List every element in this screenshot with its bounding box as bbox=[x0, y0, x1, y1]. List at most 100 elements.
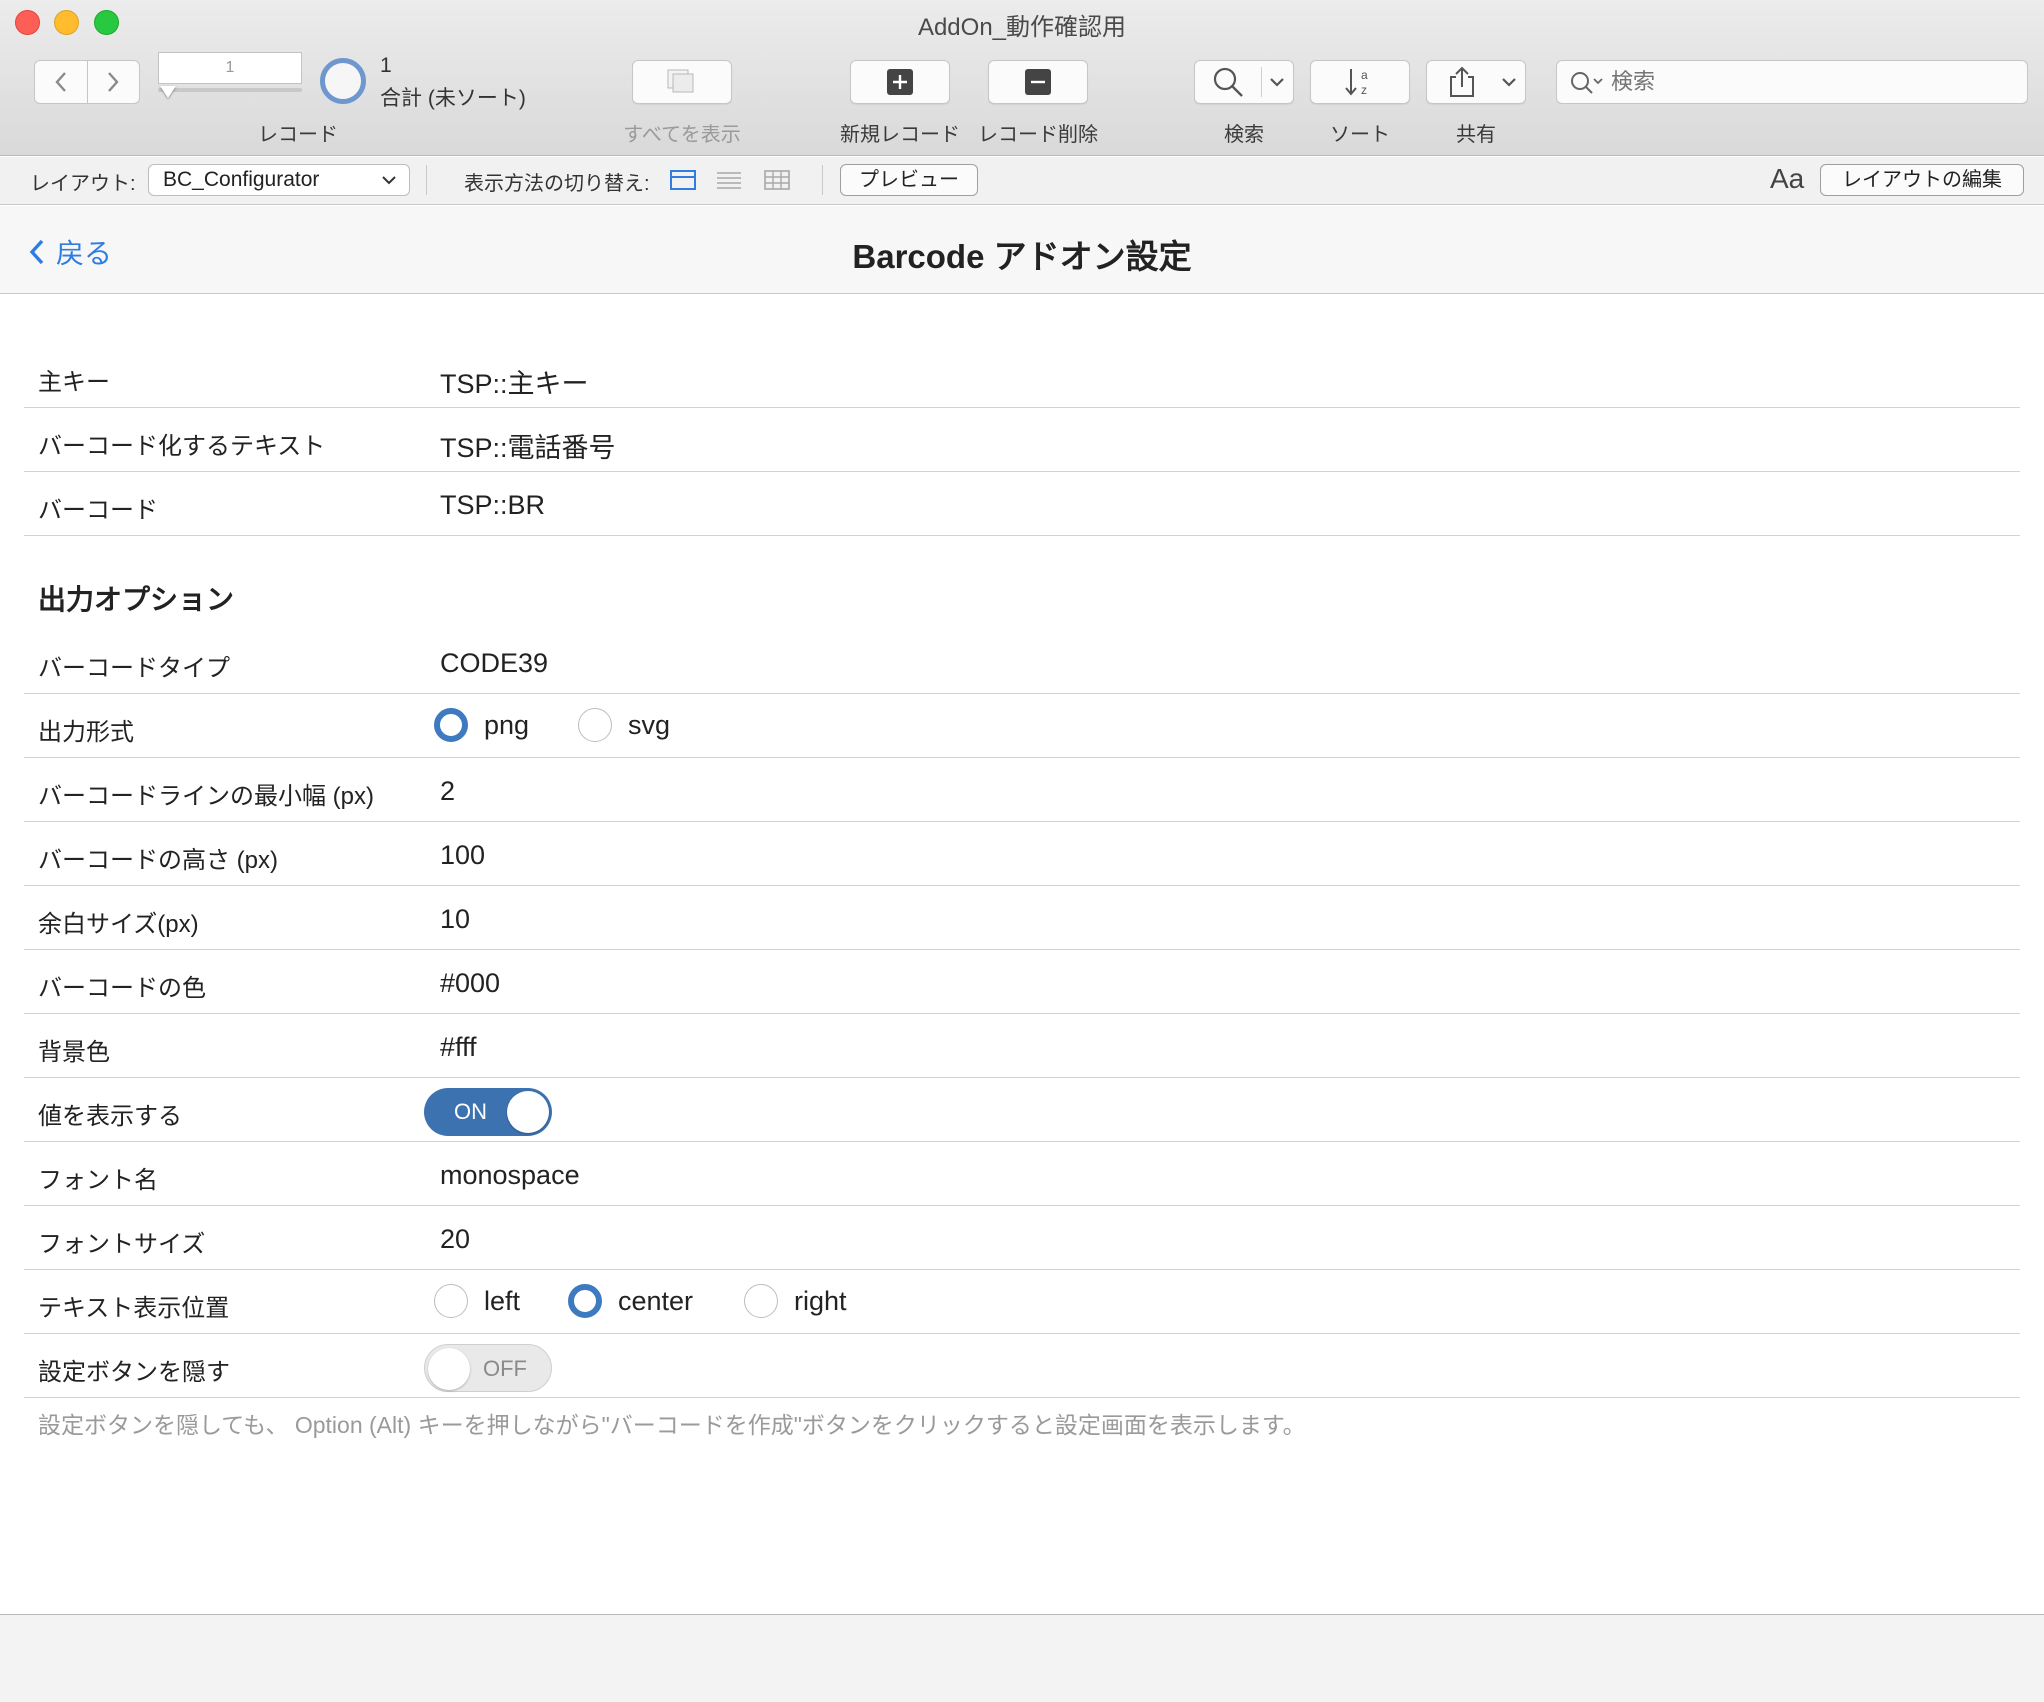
chevron-right-icon bbox=[108, 72, 119, 92]
option-label: 余白サイズ(px) bbox=[38, 911, 199, 938]
option-row-display-value: 値を表示する ON bbox=[24, 1078, 2020, 1142]
edit-layout-button[interactable]: レイアウトの編集 bbox=[1820, 164, 2024, 196]
status-bar bbox=[0, 1614, 2044, 1702]
radio-unselected-icon bbox=[434, 1284, 468, 1318]
field-row-barcode: バーコード TSP::BR bbox=[24, 472, 2020, 536]
search-icon bbox=[1213, 67, 1243, 97]
field-label: バーコード化するテキスト bbox=[38, 433, 326, 460]
font-value[interactable]: monospace bbox=[440, 1160, 580, 1191]
radio-label: center bbox=[618, 1285, 694, 1316]
layout-label: レイアウト: bbox=[30, 173, 136, 195]
option-label: 出力形式 bbox=[38, 719, 134, 746]
option-row-font: フォント名 monospace bbox=[24, 1142, 2020, 1206]
find-label: 検索 bbox=[1224, 124, 1264, 146]
color-value[interactable]: #000 bbox=[440, 968, 500, 999]
sort-icon: az bbox=[1345, 68, 1368, 97]
option-row-output-format: 出力形式 png svg bbox=[24, 694, 2020, 758]
previous-record-button[interactable] bbox=[35, 61, 88, 103]
option-label: バーコードの色 bbox=[38, 975, 206, 1002]
radio-svg[interactable]: svg bbox=[578, 708, 670, 742]
window-title: AddOn_動作確認用 bbox=[917, 14, 1127, 41]
option-row-barcode-type: バーコードタイプ CODE39 bbox=[24, 630, 2020, 694]
svg-text:z: z bbox=[1361, 83, 1367, 97]
minus-icon bbox=[1025, 69, 1051, 95]
barcode-type-value[interactable]: CODE39 bbox=[440, 648, 548, 679]
field-value[interactable]: TSP::電話番号 bbox=[440, 426, 616, 465]
field-row-primary-key: 主キー TSP::主キー bbox=[24, 344, 2020, 408]
option-row-font-size: フォントサイズ 20 bbox=[24, 1206, 2020, 1270]
option-label: バーコードラインの最小幅 (px) bbox=[38, 783, 374, 810]
divider bbox=[822, 165, 823, 195]
option-label: バーコードの高さ (px) bbox=[38, 847, 278, 874]
background-value[interactable]: #fff bbox=[440, 1032, 477, 1063]
radio-selected-icon bbox=[434, 708, 468, 742]
option-row-min-width: バーコードラインの最小幅 (px) 2 bbox=[24, 758, 2020, 822]
option-row-margin: 余白サイズ(px) 10 bbox=[24, 886, 2020, 950]
radio-unselected-icon bbox=[578, 708, 612, 742]
search-input[interactable] bbox=[1611, 67, 2011, 97]
next-record-button[interactable] bbox=[88, 61, 140, 103]
show-all-label: すべてを表示 bbox=[623, 124, 741, 146]
record-pie-icon bbox=[320, 58, 366, 104]
table-view-icon[interactable] bbox=[764, 169, 790, 191]
view-switch-label: 表示方法の切り替え: bbox=[464, 173, 650, 195]
form-view-icon[interactable] bbox=[670, 169, 696, 191]
option-label: バーコードタイプ bbox=[38, 655, 230, 682]
list-view-icon[interactable] bbox=[716, 169, 742, 191]
option-label: 設定ボタンを隠す bbox=[38, 1359, 230, 1386]
new-record-label: 新規レコード bbox=[840, 124, 960, 146]
record-total: 合計 (未ソート) bbox=[380, 87, 526, 110]
display-value-toggle[interactable]: ON bbox=[424, 1088, 552, 1136]
height-value[interactable]: 100 bbox=[440, 840, 485, 871]
radio-right[interactable]: right bbox=[744, 1284, 847, 1318]
svg-text:a: a bbox=[1361, 68, 1368, 82]
option-label: テキスト表示位置 bbox=[38, 1295, 230, 1322]
section-title: 出力オプション bbox=[38, 584, 235, 615]
plus-icon bbox=[887, 69, 913, 95]
sort-label: ソート bbox=[1330, 124, 1390, 146]
preview-button[interactable]: プレビュー bbox=[840, 164, 978, 196]
margin-value[interactable]: 10 bbox=[440, 904, 470, 935]
option-label: 背景色 bbox=[38, 1039, 110, 1066]
record-slider[interactable] bbox=[158, 88, 302, 92]
radio-label: png bbox=[484, 709, 530, 740]
font-size-value[interactable]: 20 bbox=[440, 1224, 470, 1255]
page-title: Barcode アドオン設定 bbox=[852, 238, 1192, 275]
layout-select[interactable]: BC_Configurator bbox=[148, 164, 410, 196]
option-row-height: バーコードの高さ (px) 100 bbox=[24, 822, 2020, 886]
toggle-knob bbox=[507, 1091, 549, 1133]
toggle-state: OFF bbox=[483, 1356, 527, 1381]
radio-png[interactable]: png bbox=[434, 708, 529, 742]
radio-label: right bbox=[794, 1285, 847, 1316]
layout-bar: レイアウト: BC_Configurator 表示方法の切り替え: プレビュー … bbox=[0, 157, 2044, 205]
font-size-icon[interactable]: Aa bbox=[1770, 163, 1804, 195]
option-row-hide-settings: 設定ボタンを隠す OFF bbox=[24, 1334, 2020, 1398]
chevron-down-icon bbox=[381, 165, 397, 206]
layout-select-value: BC_Configurator bbox=[163, 168, 320, 191]
share-button[interactable] bbox=[1426, 60, 1526, 104]
sort-button[interactable]: az bbox=[1310, 60, 1410, 104]
radio-left[interactable]: left bbox=[434, 1284, 520, 1318]
min-width-value[interactable]: 2 bbox=[440, 776, 455, 807]
record-count: 1 bbox=[380, 54, 392, 77]
option-row-background: 背景色 #fff bbox=[24, 1014, 2020, 1078]
record-number-input[interactable]: 1 bbox=[158, 52, 302, 84]
show-all-button[interactable] bbox=[632, 60, 732, 104]
search-field[interactable] bbox=[1556, 60, 2028, 104]
radio-label: left bbox=[484, 1285, 521, 1316]
chevron-down-icon bbox=[1270, 78, 1284, 87]
hide-settings-toggle[interactable]: OFF bbox=[424, 1344, 552, 1392]
record-slider-thumb[interactable] bbox=[160, 86, 176, 98]
find-button[interactable] bbox=[1194, 60, 1294, 104]
chevron-left-icon bbox=[55, 72, 66, 92]
show-all-icon bbox=[667, 69, 694, 93]
chevron-down-icon bbox=[1502, 78, 1516, 87]
option-label: フォントサイズ bbox=[38, 1231, 206, 1258]
delete-record-button[interactable] bbox=[988, 60, 1088, 104]
radio-center[interactable]: center bbox=[568, 1284, 693, 1318]
field-value[interactable]: TSP::主キー bbox=[440, 362, 589, 401]
radio-label: svg bbox=[628, 709, 671, 740]
field-value[interactable]: TSP::BR bbox=[440, 490, 545, 521]
share-label: 共有 bbox=[1456, 124, 1496, 146]
new-record-button[interactable] bbox=[850, 60, 950, 104]
